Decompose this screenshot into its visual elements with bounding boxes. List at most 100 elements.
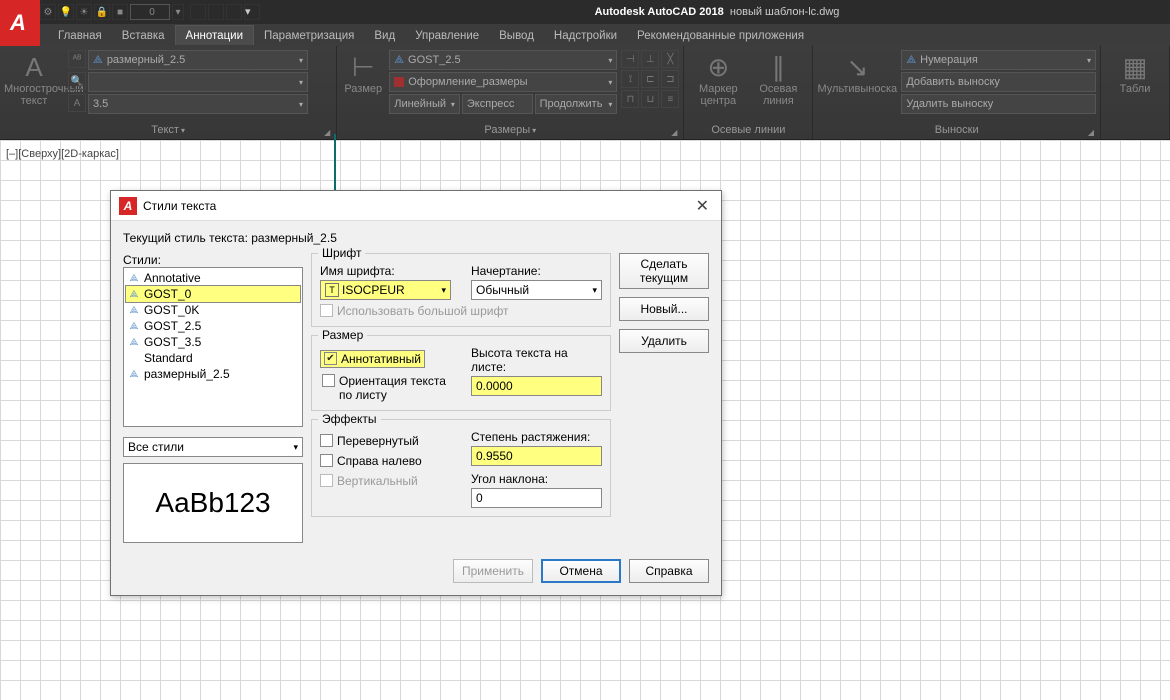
dimension-button[interactable]: ⊢ Размер: [341, 48, 385, 95]
text-justify-combo[interactable]: ▾: [88, 72, 308, 92]
dim-icon[interactable]: ⊓: [621, 90, 639, 108]
scale-icon[interactable]: A: [68, 94, 86, 112]
list-item[interactable]: ⟁GOST_0K: [126, 302, 300, 318]
center-mark-button[interactable]: ⊕ Маркер центра: [690, 48, 746, 107]
add-leader-button[interactable]: Добавить выноску: [901, 72, 1096, 92]
tab-annotate[interactable]: Аннотации: [175, 25, 254, 45]
qat-icon[interactable]: 💡: [58, 4, 74, 20]
font-name-combo[interactable]: TISOCPEUR▾: [320, 280, 451, 300]
app-logo[interactable]: [0, 0, 40, 46]
panel-dims-label[interactable]: Размеры▾◢: [341, 122, 679, 139]
font-style-label: Начертание:: [471, 264, 602, 278]
qat-icon[interactable]: ■: [112, 4, 128, 20]
qat-icon[interactable]: [208, 4, 224, 20]
tab-parametric[interactable]: Параметризация: [254, 26, 364, 45]
paper-height-input[interactable]: 0.0000: [471, 376, 602, 396]
upside-down-checkbox[interactable]: Перевернутый: [320, 434, 451, 448]
mtext-button[interactable]: A Многострочный текст: [4, 48, 64, 107]
effects-group: Эффекты Перевернутый Справа налево Верти…: [311, 419, 611, 517]
dim-icon[interactable]: ⟟: [621, 70, 639, 88]
dim-icon[interactable]: ⊥: [641, 50, 659, 68]
match-orientation-checkbox[interactable]: Ориентация текста по листу: [322, 374, 451, 402]
big-font-checkbox: Использовать большой шрифт: [320, 304, 602, 318]
mleader-icon: ↘: [817, 52, 897, 83]
width-factor-label: Степень растяжения:: [471, 430, 602, 444]
layer-combo[interactable]: 0: [130, 4, 170, 20]
tab-featured[interactable]: Рекомендованные приложения: [627, 26, 814, 45]
tab-insert[interactable]: Вставка: [112, 26, 175, 45]
panel-centerlines: ⊕ Маркер центра ∥ Осевая линия Осевые ли…: [684, 46, 813, 139]
panel-tables: ▦Табли: [1101, 46, 1170, 139]
panel-leaders: ↘ Мультивыноска ⟁ Нумерация▾ Добавить вы…: [813, 46, 1101, 139]
qat-icon[interactable]: ☀: [76, 4, 92, 20]
width-factor-input[interactable]: 0.9550: [471, 446, 602, 466]
style-filter-combo[interactable]: Все стили▾: [123, 437, 303, 457]
backwards-checkbox[interactable]: Справа налево: [320, 454, 451, 468]
font-name-label: Имя шрифта:: [320, 264, 451, 278]
annotative-icon: ⟁: [128, 273, 140, 284]
centerline-icon: ∥: [750, 52, 806, 83]
qat-icon[interactable]: 🔒: [94, 4, 110, 20]
tab-addins[interactable]: Надстройки: [544, 26, 627, 45]
centerline-button[interactable]: ∥ Осевая линия: [750, 48, 806, 107]
qat-icon[interactable]: ⚙: [40, 4, 56, 20]
text-height-combo[interactable]: 3.5▾: [88, 94, 308, 114]
list-item[interactable]: ⟁размерный_2.5: [126, 366, 300, 382]
dim-continue-button[interactable]: Продолжить▾: [535, 94, 618, 114]
dim-linear-button[interactable]: Линейный▾: [389, 94, 460, 114]
font-style-combo[interactable]: Обычный▾: [471, 280, 602, 300]
dim-icon[interactable]: ⊣: [621, 50, 639, 68]
tab-home[interactable]: Главная: [48, 26, 112, 45]
list-item[interactable]: ⟁GOST_3.5: [126, 334, 300, 350]
text-style-combo[interactable]: ⟁ размерный_2.5▾: [88, 50, 308, 70]
qat-icon[interactable]: [190, 4, 206, 20]
help-button[interactable]: Справка: [629, 559, 709, 583]
dim-icon[interactable]: ╳: [661, 50, 679, 68]
qat-dropdown-icon[interactable]: ▾: [172, 4, 184, 20]
table-button[interactable]: ▦Табли: [1105, 48, 1165, 95]
list-item[interactable]: ⟁GOST_0: [126, 286, 300, 302]
panel-axes-label: Осевые линии: [688, 122, 808, 139]
dim-icon[interactable]: ≡: [661, 90, 679, 108]
oblique-angle-input[interactable]: 0: [471, 488, 602, 508]
dialog-titlebar[interactable]: A Стили текста ✕: [111, 191, 721, 221]
style-list[interactable]: ⟁Annotative ⟁GOST_0 ⟁GOST_0K ⟁GOST_2.5 ⟁…: [123, 267, 303, 427]
list-item[interactable]: ⟁GOST_2.5: [126, 318, 300, 334]
panel-leaders-label[interactable]: Выноски◢: [817, 122, 1096, 139]
dim-icon[interactable]: ⊔: [641, 90, 659, 108]
annotative-icon: ⟁: [128, 289, 140, 300]
set-current-button[interactable]: Сделать текущим: [619, 253, 709, 289]
annotative-checkbox[interactable]: ✔Аннотативный: [320, 350, 425, 368]
mleader-style-combo[interactable]: ⟁ Нумерация▾: [901, 50, 1096, 70]
size-group: Размер ✔Аннотативный Ориентация текста п…: [311, 335, 611, 411]
dim-layer-combo[interactable]: Оформление_размеры▾: [389, 72, 617, 92]
annotative-icon: ⟁: [394, 54, 404, 67]
dimension-icon: ⊢: [341, 52, 385, 83]
remove-leader-button[interactable]: Удалить выноску: [901, 94, 1096, 114]
qat-icon[interactable]: [226, 4, 242, 20]
new-button[interactable]: Новый...: [619, 297, 709, 321]
truetype-icon: T: [325, 283, 339, 297]
tab-manage[interactable]: Управление: [405, 26, 489, 45]
cancel-button[interactable]: Отмена: [541, 559, 621, 583]
vertical-checkbox: Вертикальный: [320, 474, 451, 488]
abc-icon[interactable]: ᴬᴮ: [68, 50, 86, 68]
annotative-icon: ⟁: [128, 337, 140, 348]
panel-text: A Многострочный текст ᴬᴮ ⟁ размерный_2.5…: [0, 46, 337, 139]
mleader-button[interactable]: ↘ Мультивыноска: [817, 48, 897, 95]
annotative-icon: ⟁: [128, 305, 140, 316]
apply-button: Применить: [453, 559, 533, 583]
delete-button[interactable]: Удалить: [619, 329, 709, 353]
tab-view[interactable]: Вид: [364, 26, 405, 45]
list-item[interactable]: ⟁Annotative: [126, 270, 300, 286]
close-button[interactable]: ✕: [692, 196, 713, 216]
dim-quick-button[interactable]: Экспресс: [462, 94, 533, 114]
dim-icon[interactable]: ⊏: [641, 70, 659, 88]
tab-output[interactable]: Вывод: [489, 26, 544, 45]
view-controls[interactable]: [–][Сверху][2D-каркас]: [6, 148, 119, 160]
list-item[interactable]: ⟁Standard: [126, 350, 300, 366]
find-icon[interactable]: 🔍: [68, 72, 86, 90]
dim-icon[interactable]: ⊐: [661, 70, 679, 88]
qat-dropdown-icon[interactable]: ▾: [244, 4, 260, 20]
dim-style-combo[interactable]: ⟁ GOST_2.5▾: [389, 50, 617, 70]
